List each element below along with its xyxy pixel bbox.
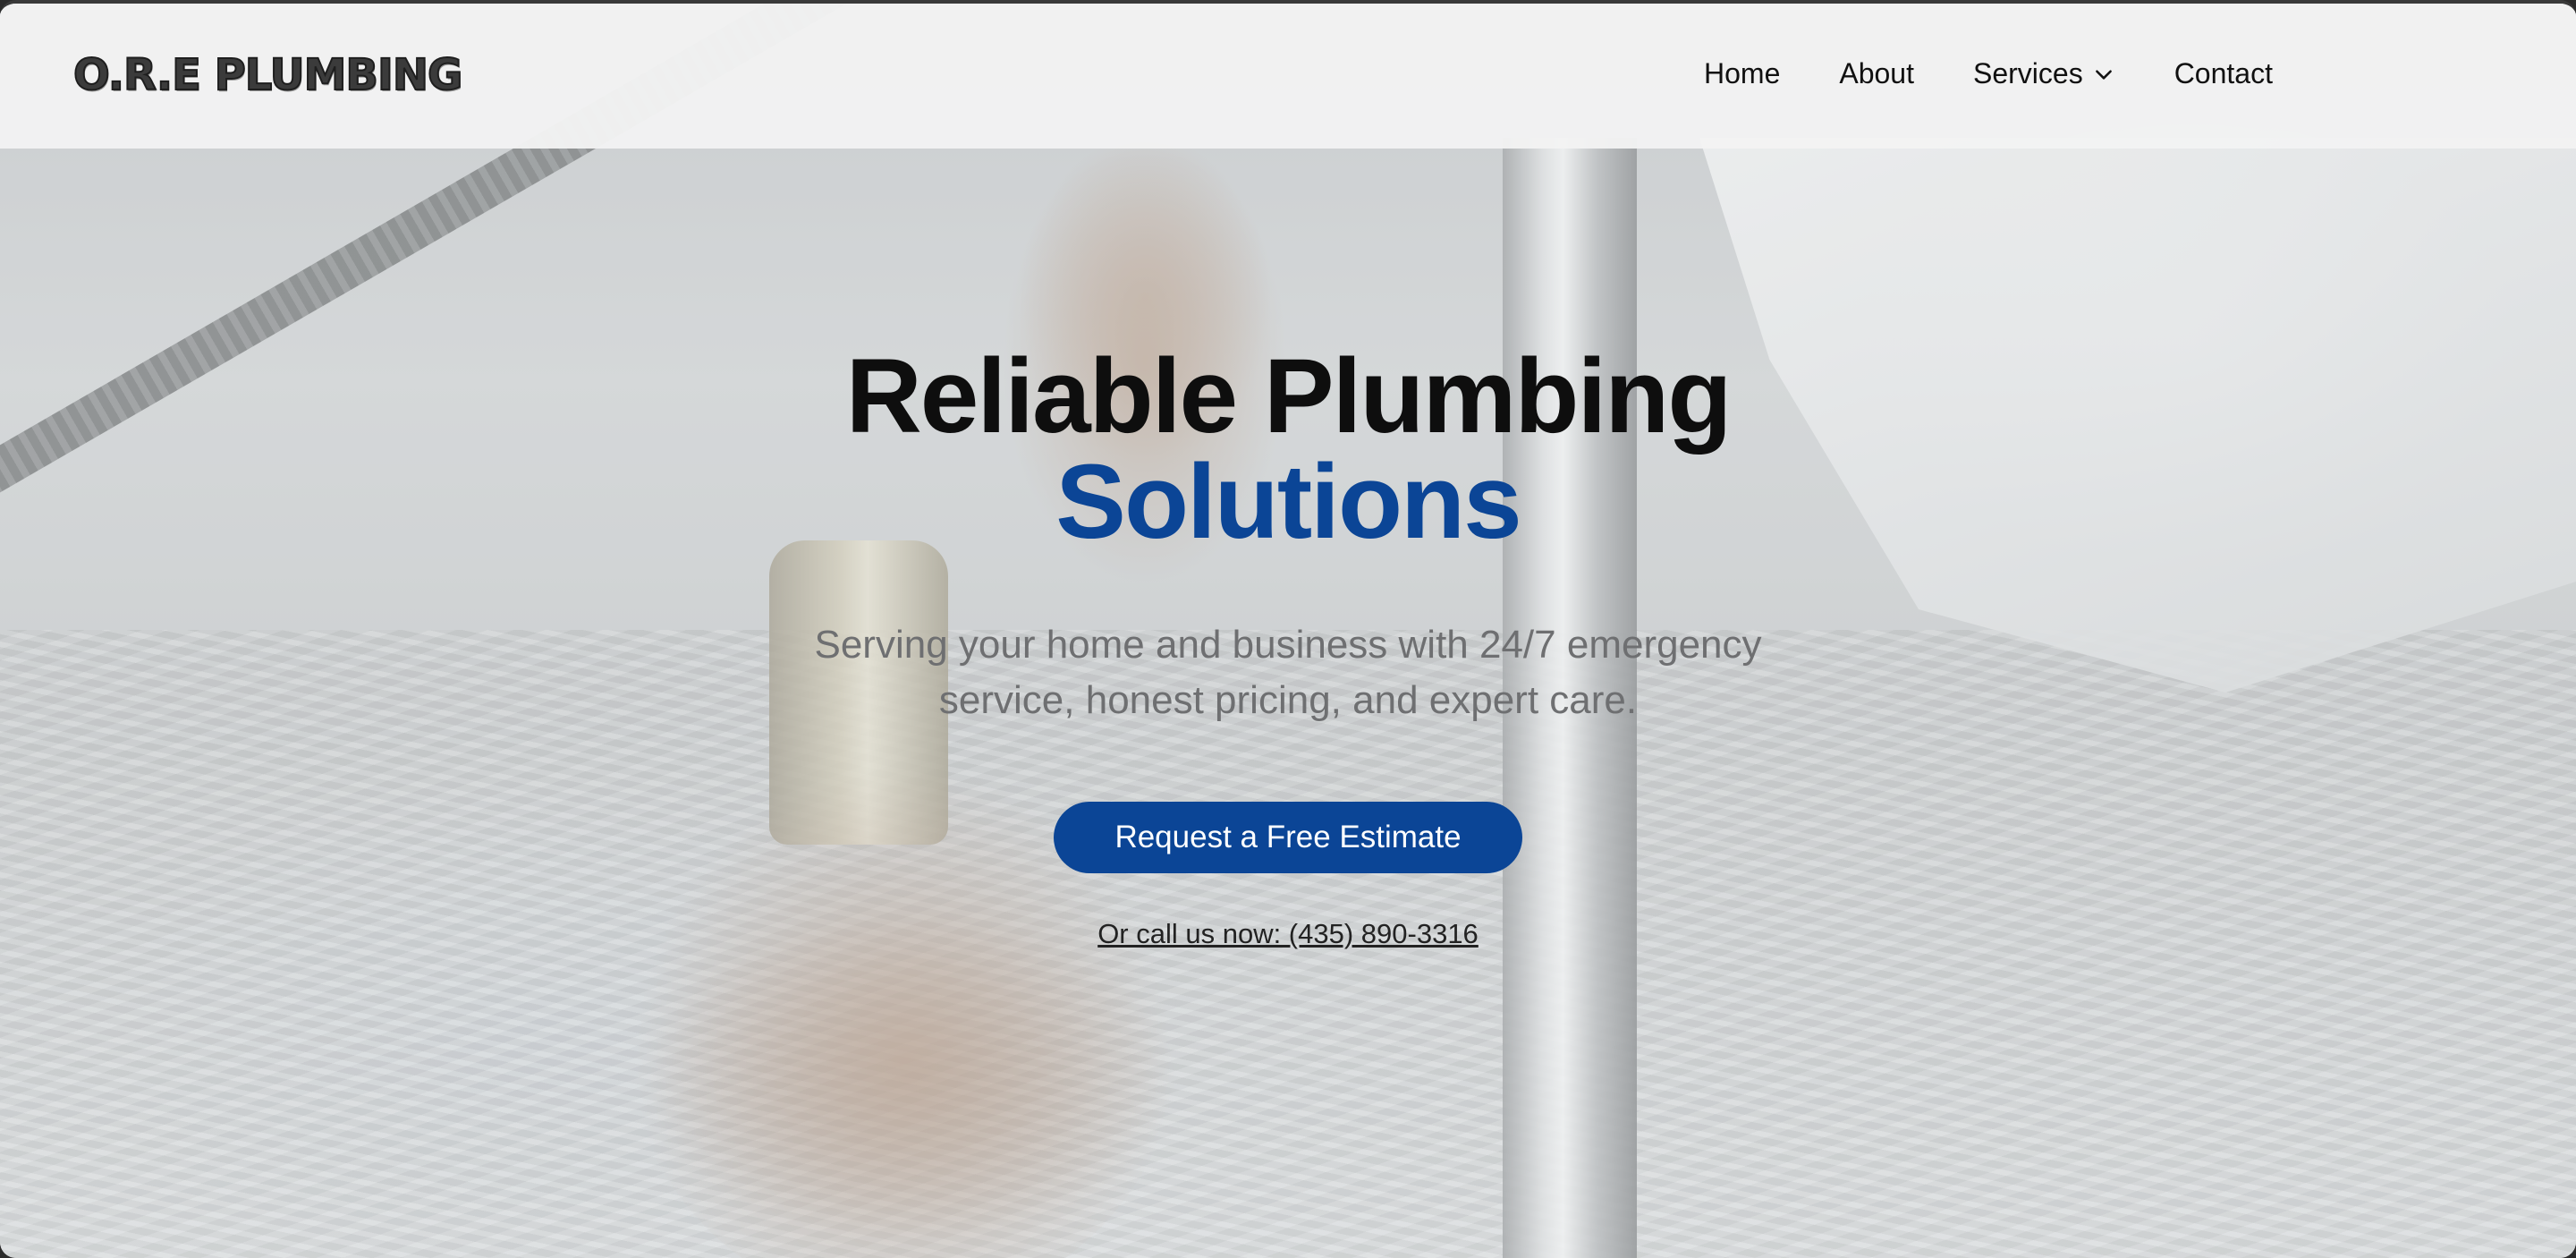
nav-services[interactable]: Services — [1973, 57, 2115, 90]
hero-title: Reliable Plumbing — [845, 337, 1733, 455]
nav-about[interactable]: About — [1839, 57, 1914, 90]
request-estimate-button[interactable]: Request a Free Estimate — [1054, 802, 1522, 873]
nav-contact[interactable]: Contact — [2174, 57, 2273, 90]
call-wrap: Or call us now: (435) 890-3316 — [0, 918, 2576, 950]
chevron-down-icon — [2095, 69, 2112, 80]
site-logo[interactable]: O.R.E PLUMBING — [72, 49, 463, 101]
nav-services-label: Services — [1972, 57, 2083, 89]
hero-content: Reliable Plumbing Solutions Serving your… — [0, 344, 2576, 950]
browser-window: O.R.E PLUMBING Home About Services Conta… — [0, 0, 2576, 1258]
nav-home[interactable]: Home — [1704, 57, 1780, 90]
site-header: O.R.E PLUMBING Home About Services Conta… — [0, 4, 2576, 149]
hero-subtitle: Serving your home and business with 24/7… — [814, 623, 1762, 722]
hero-title-accent: Solutions — [1055, 443, 1522, 561]
main-nav: Home About Services Contact — [1704, 57, 2273, 90]
call-phone-link[interactable]: Or call us now: (435) 890-3316 — [1097, 918, 1479, 949]
